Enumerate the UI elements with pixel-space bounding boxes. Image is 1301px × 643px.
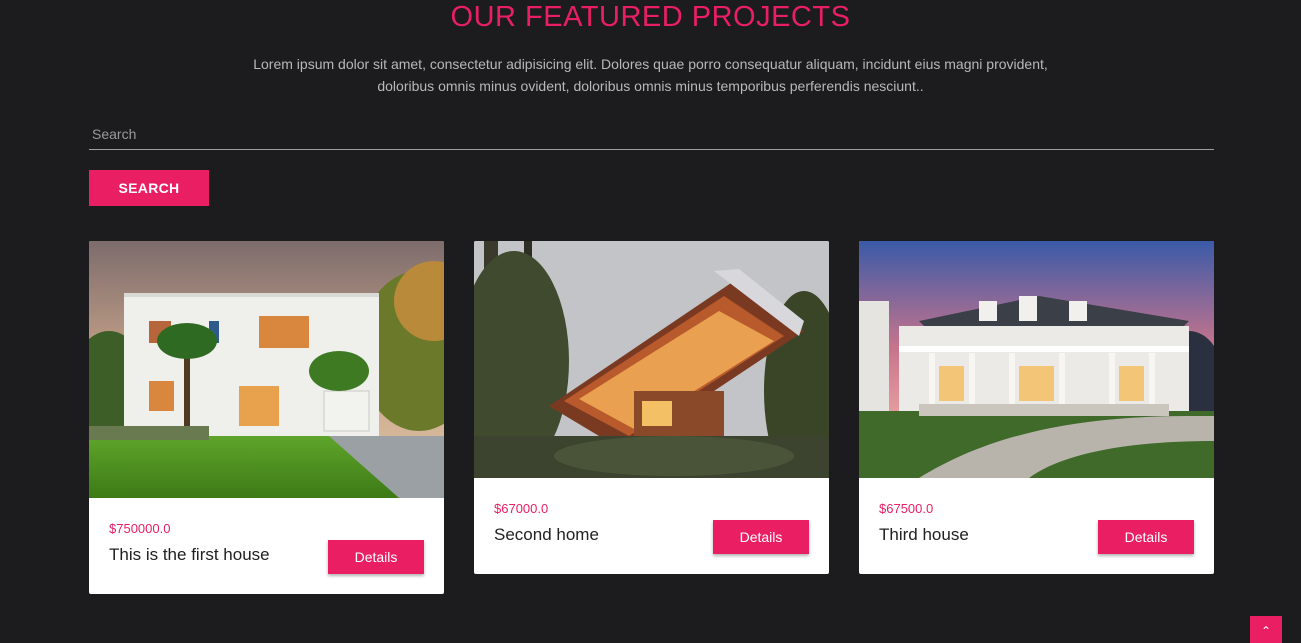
- card-body: $67000.0 Second home Details: [474, 478, 829, 574]
- subtitle-line-1: Lorem ipsum dolor sit amet, consectetur …: [253, 56, 1048, 72]
- search-input[interactable]: [89, 120, 1214, 148]
- details-button[interactable]: Details: [1098, 520, 1194, 554]
- project-price: $67500.0: [879, 501, 934, 516]
- page-title: OUR FEATURED PROJECTS: [450, 1, 851, 33]
- modern-white-house-photo[interactable]: [89, 241, 444, 498]
- project-price: $750000.0: [109, 521, 171, 536]
- chevron-up-icon: ⌃: [1260, 624, 1272, 638]
- project-card: $750000.0 This is the first house Detail…: [89, 241, 444, 594]
- project-card: $67000.0 Second home Details: [474, 241, 829, 574]
- project-name: Second home: [494, 525, 599, 544]
- search-button[interactable]: SEARCH: [89, 170, 209, 206]
- back-to-top-button[interactable]: ⌃: [1250, 616, 1282, 643]
- project-price: $67000.0: [494, 501, 549, 516]
- cantilevered-wood-house-photo[interactable]: [474, 241, 829, 478]
- search-field: [89, 120, 1214, 150]
- subtitle-line-2: doloribus omnis minus ovident, doloribus…: [377, 78, 924, 94]
- card-body: $750000.0 This is the first house Detail…: [89, 498, 444, 594]
- details-button[interactable]: Details: [713, 520, 809, 554]
- project-card: $67500.0 Third house Details: [859, 241, 1214, 574]
- colonial-mansion-photo[interactable]: [859, 241, 1214, 478]
- card-body: $67500.0 Third house Details: [859, 478, 1214, 574]
- page-subtitle: Lorem ipsum dolor sit amet, consectetur …: [200, 53, 1101, 97]
- page: OUR FEATURED PROJECTS Lorem ipsum dolor …: [0, 0, 1301, 643]
- project-name: Third house: [879, 525, 969, 544]
- details-button[interactable]: Details: [328, 540, 424, 574]
- project-name: This is the first house: [109, 545, 270, 564]
